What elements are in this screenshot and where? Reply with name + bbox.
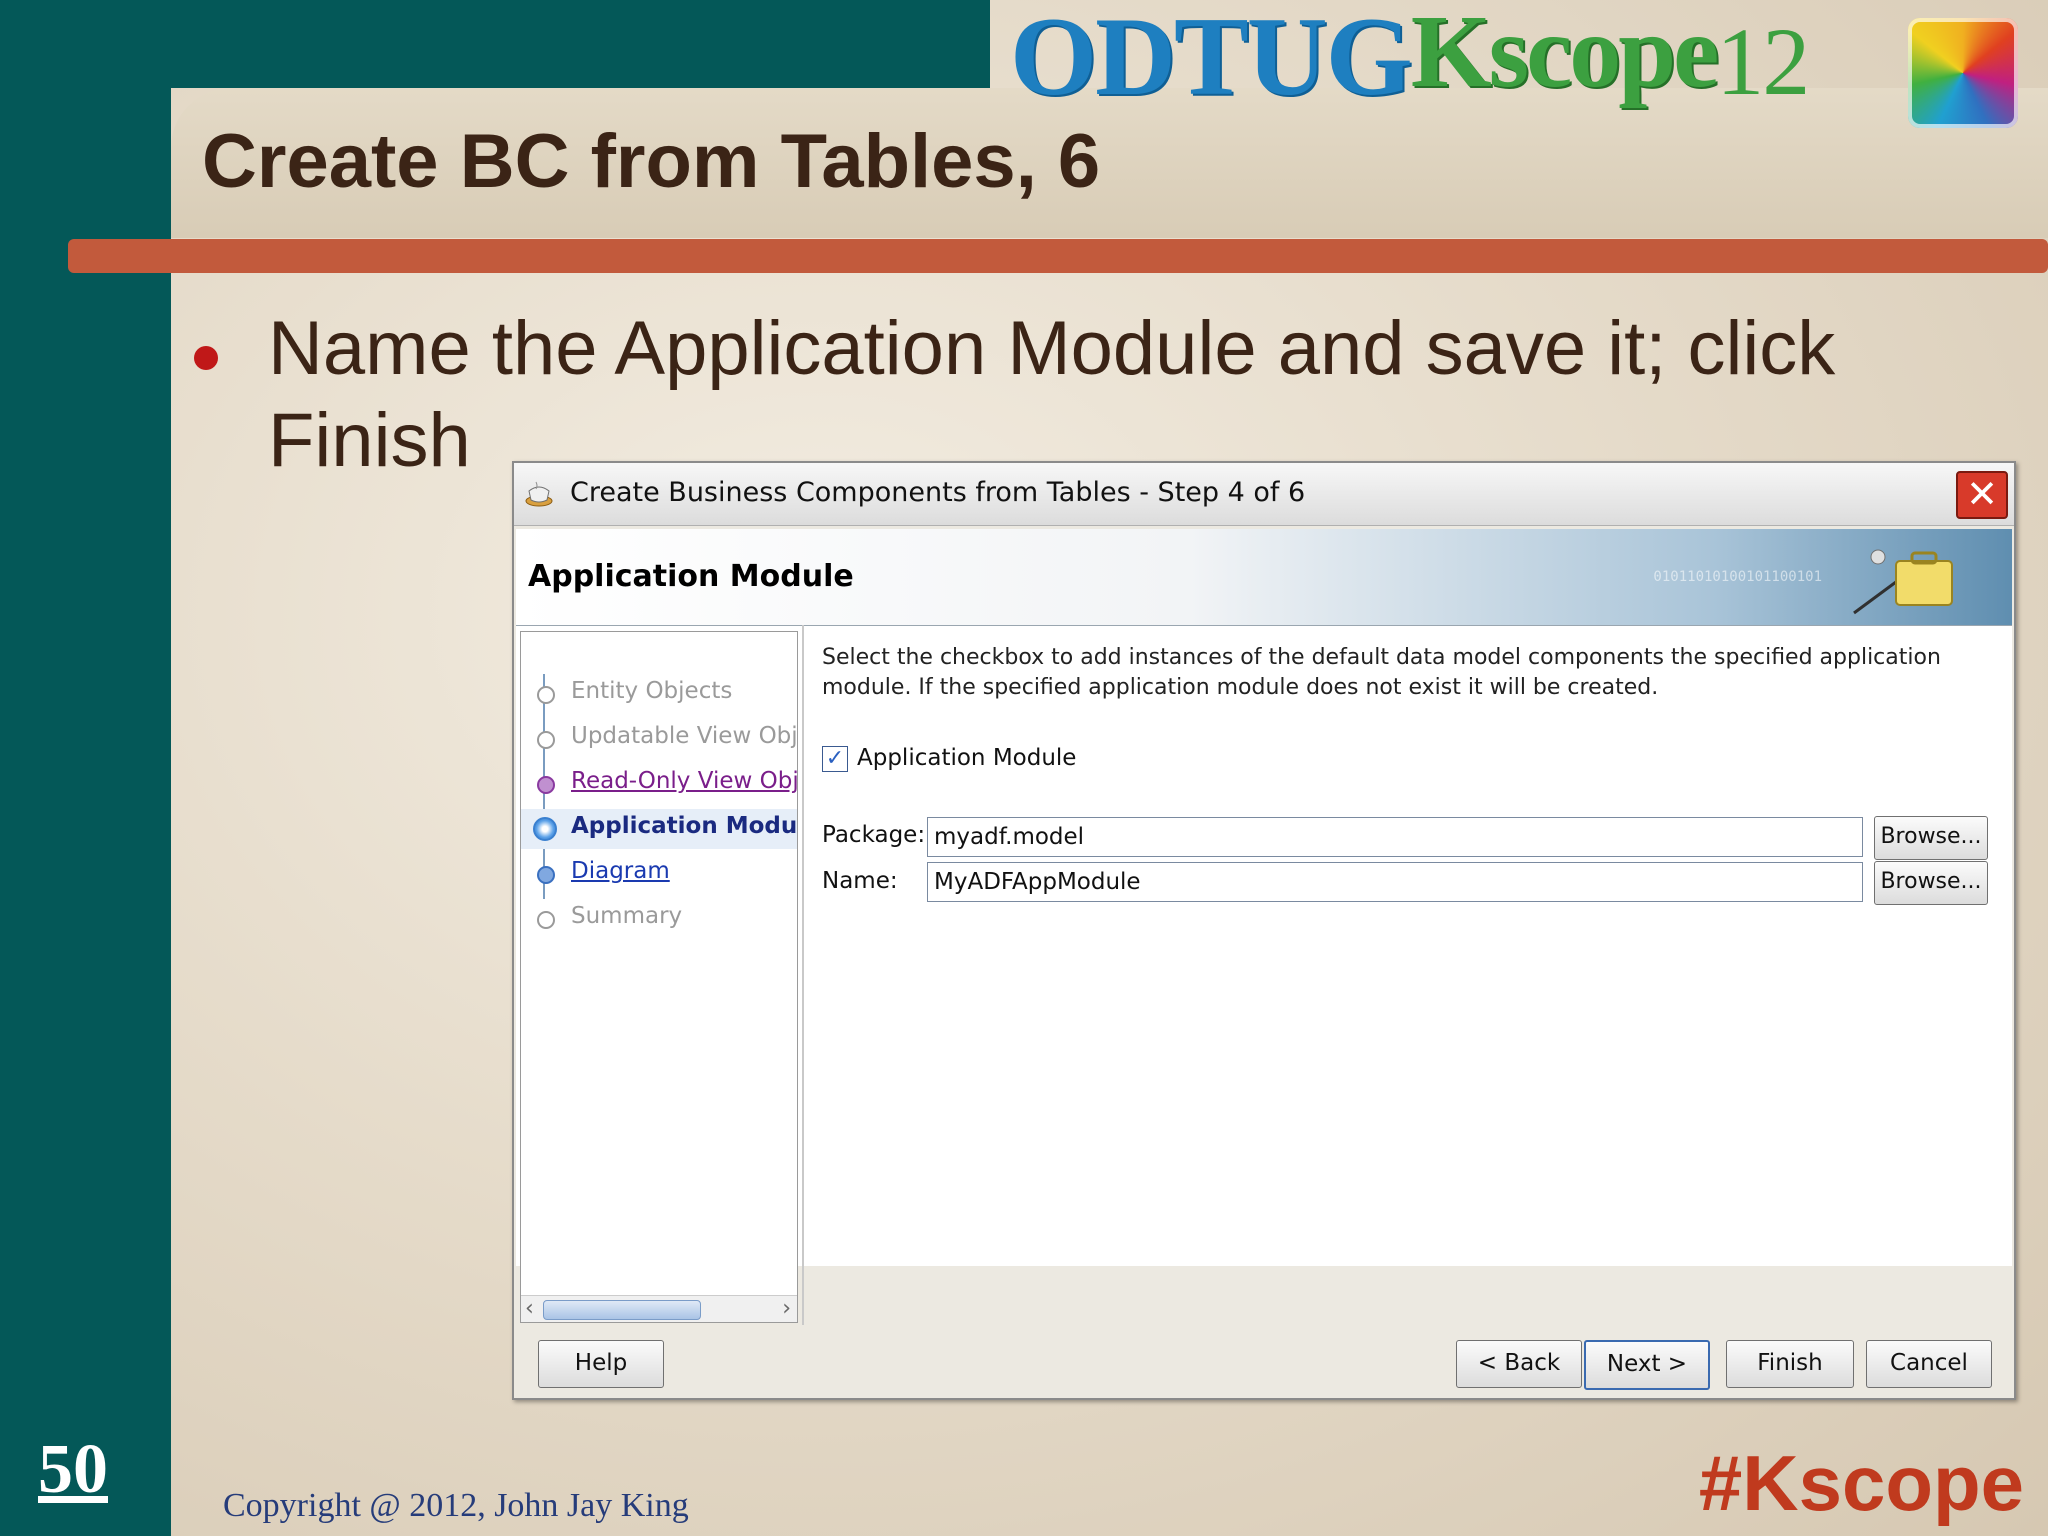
- logo-kscope: Kscope: [1410, 0, 1720, 109]
- wizard-nav-panel: Entity Objects Updatable View Obj Read-O…: [520, 631, 798, 1323]
- nav-horizontal-scrollbar[interactable]: ‹ ›: [521, 1295, 797, 1322]
- kscope-hashtag: #Kscope: [1698, 1439, 2024, 1527]
- title-rule: [68, 239, 2048, 273]
- bullet-text: Name the Application Module and save it;…: [268, 306, 1836, 483]
- briefcase-wand-icon: [1853, 549, 1953, 615]
- nav-item-label: Summary: [571, 903, 683, 929]
- logo-year: 12: [1716, 8, 1810, 115]
- package-label: Package:: [822, 822, 926, 848]
- nav-item-label[interactable]: Read-Only View Obj: [571, 768, 797, 794]
- step-dot-icon: [537, 866, 555, 884]
- dialog-title: Create Business Components from Tables -…: [570, 477, 1306, 508]
- left-sidebar-band: [0, 0, 171, 1536]
- nav-item-updatable-view-objects: Updatable View Obj: [521, 719, 797, 759]
- kscope-emblem-icon: [1908, 18, 2018, 128]
- nav-divider: [802, 625, 804, 1325]
- cancel-button[interactable]: Cancel: [1866, 1340, 1992, 1388]
- dialog-titlebar: Create Business Components from Tables -…: [514, 463, 2014, 526]
- step-dot-icon: [537, 686, 555, 704]
- slide-title: Create BC from Tables, 6: [202, 119, 1101, 204]
- help-button[interactable]: Help: [538, 1340, 664, 1388]
- nav-item-summary: Summary: [521, 899, 797, 939]
- scroll-right-icon[interactable]: ›: [782, 1296, 791, 1322]
- name-label: Name:: [822, 868, 898, 894]
- step-dot-icon: [537, 731, 555, 749]
- step-dot-icon: [537, 911, 555, 929]
- checkmark-icon: ✓: [825, 746, 845, 771]
- step-dot-icon: [533, 817, 557, 841]
- nav-item-diagram[interactable]: Diagram: [521, 854, 797, 894]
- next-button[interactable]: Next >: [1584, 1340, 1710, 1390]
- nav-item-application-module[interactable]: Application Modul: [521, 809, 797, 849]
- dialog-header: Application Module 01011010100101100101: [516, 529, 2012, 625]
- nav-item-read-only-view-objects[interactable]: Read-Only View Obj: [521, 764, 797, 804]
- nav-item-label[interactable]: Diagram: [571, 858, 670, 884]
- top-band: [0, 0, 990, 88]
- logo-odtug: ODTUG: [1010, 0, 1413, 119]
- close-icon: ✕: [1966, 472, 1998, 516]
- name-field[interactable]: [927, 862, 1863, 902]
- copyright-text: Copyright @ 2012, John Jay King: [223, 1487, 689, 1524]
- odtug-kscope-logo: ODTUGKscope12: [1010, 0, 1810, 115]
- dialog-header-title: Application Module: [528, 559, 854, 594]
- nav-item-label: Application Modul: [571, 813, 798, 839]
- scrollbar-thumb[interactable]: [543, 1300, 701, 1320]
- name-browse-button[interactable]: Browse...: [1874, 861, 1988, 905]
- step-description: Select the checkbox to add instances of …: [822, 645, 1941, 700]
- scroll-left-icon[interactable]: ‹: [525, 1296, 534, 1322]
- close-button[interactable]: ✕: [1956, 471, 2008, 519]
- application-module-checkbox[interactable]: ✓: [822, 746, 848, 772]
- page-number: 50: [38, 1431, 108, 1508]
- finish-button[interactable]: Finish: [1726, 1340, 1854, 1388]
- header-binary-decoration: 01011010100101100101: [1653, 569, 1822, 585]
- nav-item-entity-objects: Entity Objects: [521, 674, 797, 714]
- package-browse-button[interactable]: Browse...: [1874, 816, 1988, 860]
- create-bc-dialog: Create Business Components from Tables -…: [512, 461, 2016, 1400]
- nav-item-label: Updatable View Obj: [571, 723, 798, 749]
- jdeveloper-cup-icon: [525, 481, 553, 507]
- package-field[interactable]: [927, 817, 1863, 857]
- back-button[interactable]: < Back: [1456, 1340, 1582, 1388]
- application-module-checkbox-label[interactable]: Application Module: [857, 745, 1076, 771]
- bullet-icon: [194, 346, 218, 370]
- nav-item-label: Entity Objects: [571, 678, 733, 704]
- step-dot-icon: [537, 776, 555, 794]
